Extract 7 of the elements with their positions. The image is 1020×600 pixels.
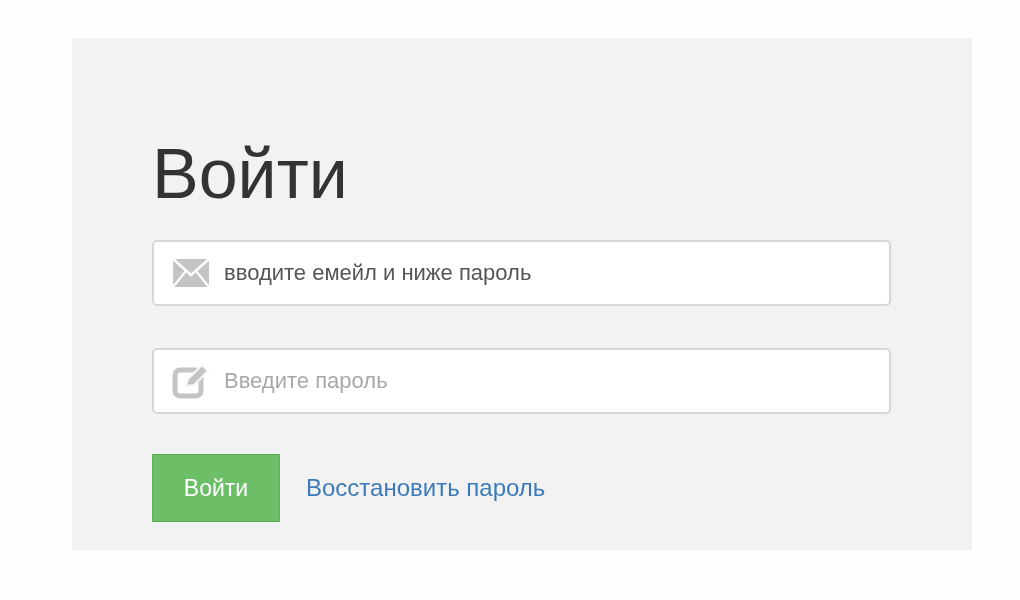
recover-password-link[interactable]: Восстановить пароль [306,474,546,502]
envelope-icon [172,258,210,288]
login-button[interactable]: Войти [152,454,280,522]
email-field[interactable]: вводите емейл и ниже пароль [152,240,891,306]
edit-icon [172,363,210,399]
login-title: Войти [152,134,349,214]
password-field[interactable]: Введите пароль [152,348,891,414]
